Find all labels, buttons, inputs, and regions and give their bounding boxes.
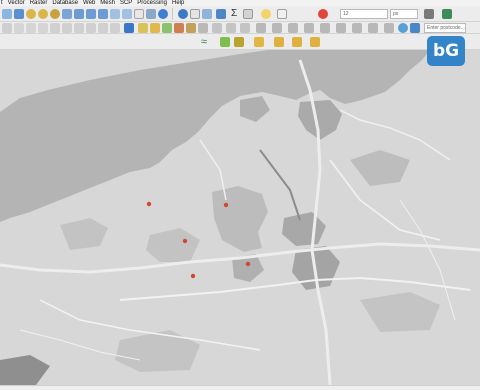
paste-icon[interactable] [86,23,96,33]
layout-icon[interactable] [254,37,264,47]
temporal-controller-icon[interactable] [146,9,156,19]
style-icon[interactable] [318,9,328,19]
scale-feature-icon[interactable] [336,23,346,33]
label-change-icon[interactable] [198,23,208,33]
wave-icon[interactable]: ≈ [201,36,207,48]
locator-icon[interactable] [398,23,408,33]
zoom-last-icon[interactable] [110,9,120,19]
zoom-layer-icon[interactable] [86,9,96,19]
navigation-toolbar: Σ 12 px [0,6,480,22]
label-settings-icon[interactable] [310,37,320,47]
topology-icon[interactable] [272,23,282,33]
sum-icon[interactable]: Σ [231,8,237,19]
redo-icon[interactable] [110,23,120,33]
offset-icon[interactable] [352,23,362,33]
plugin-icon[interactable] [442,9,452,19]
sample-point [245,261,251,267]
advanced-digitize-icon[interactable] [288,23,298,33]
new-map-view-icon[interactable] [134,9,144,19]
report-icon[interactable] [274,37,284,47]
attribute-table-icon[interactable] [190,9,200,19]
text-annotation-icon[interactable] [277,9,287,19]
zoom-native-icon[interactable] [98,9,108,19]
undo-icon[interactable] [98,23,108,33]
zoom-selection-icon[interactable] [74,9,84,19]
sample-point [146,201,152,207]
deselect-icon[interactable] [216,9,226,19]
cut-icon[interactable] [62,23,72,33]
zoom-rubberband-icon[interactable] [50,9,60,19]
tracing-icon[interactable] [256,23,266,33]
label-show-icon[interactable] [162,23,172,33]
layer-tools-icon[interactable] [424,9,434,19]
select-features-icon[interactable] [202,9,212,19]
label-icon[interactable] [138,23,148,33]
sample-point [182,238,188,244]
logo-text: bG [432,41,460,61]
unit-select[interactable]: px [390,9,418,19]
measure-icon[interactable] [243,9,253,19]
scp-icon[interactable] [220,37,230,47]
map-canvas[interactable] [0,50,480,385]
status-bar [0,385,480,390]
pan-icon[interactable] [2,9,12,19]
digitize-icon[interactable] [124,23,134,33]
zoom-out-icon[interactable] [38,9,48,19]
rule-icon[interactable] [226,23,236,33]
split-icon[interactable] [368,23,378,33]
postcode-search-input[interactable]: Enter postcode... [424,23,466,33]
annotation-icon[interactable] [261,9,271,19]
sample-point [223,202,229,208]
pan-to-selection-icon[interactable] [14,9,24,19]
band-set-icon[interactable] [234,37,244,47]
label-pin-icon[interactable] [150,23,160,33]
zoom-full-icon[interactable] [62,9,72,19]
plugin-toolbar: ≈ [0,34,480,50]
editing-toolbar: Enter postcode... [0,22,480,34]
save-edits-icon[interactable] [14,23,24,33]
rotate-feature-icon[interactable] [320,23,330,33]
delete-icon[interactable] [50,23,60,33]
basemap [0,50,480,385]
zoom-in-icon[interactable] [26,9,36,19]
label-rotate-icon[interactable] [186,23,196,33]
copy-icon[interactable] [74,23,84,33]
diagram-icon[interactable] [212,23,222,33]
plugin-logo: bG [427,36,465,66]
font-size-field[interactable]: 12 [340,9,388,19]
merge-icon[interactable] [384,23,394,33]
sample-point [190,273,196,279]
database-icon[interactable] [410,23,420,33]
edit-icon[interactable] [2,23,12,33]
style-manager-icon[interactable] [292,37,302,47]
snapping-icon[interactable] [240,23,250,33]
label-move-icon[interactable] [174,23,184,33]
refresh-icon[interactable] [158,9,168,19]
identify-icon[interactable] [178,9,188,19]
shape-icon[interactable] [304,23,314,33]
separator [172,8,173,20]
add-feature-icon[interactable] [26,23,36,33]
vertex-tool-icon[interactable] [38,23,48,33]
zoom-next-icon[interactable] [122,9,132,19]
